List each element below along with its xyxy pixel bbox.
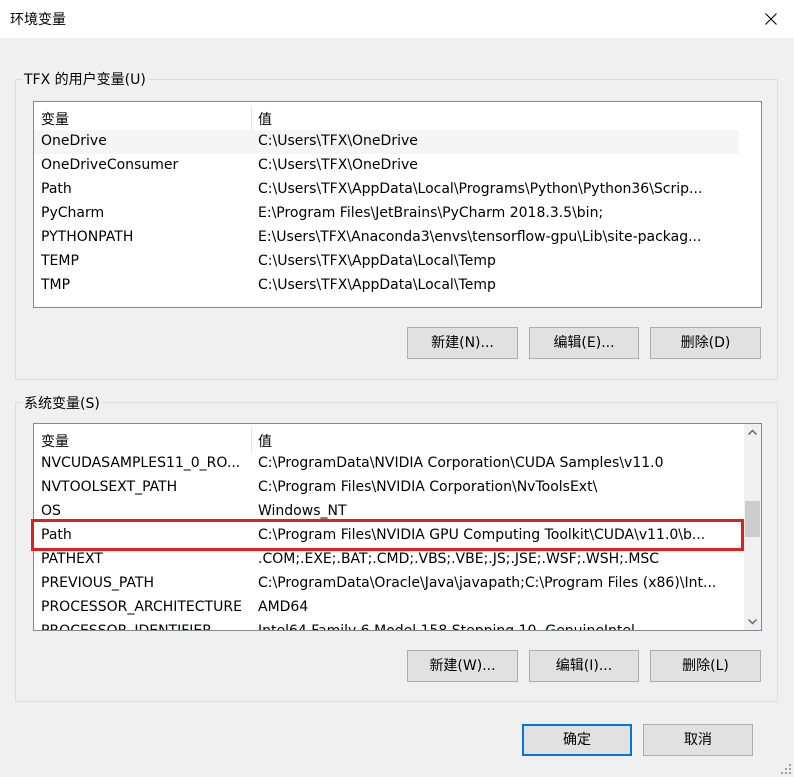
vertical-scrollbar[interactable] [744, 424, 761, 630]
user-variables-list[interactable]: 变量 值 OneDrive C:\Users\TFX\OneDrive OneD… [33, 101, 762, 308]
system-edit-button[interactable]: 编辑(I)... [529, 650, 639, 682]
variable-value: E:\Users\TFX\Anaconda3\envs\tensorflow-g… [258, 229, 702, 245]
ok-button[interactable]: 确定 [522, 724, 632, 756]
variable-name: NVCUDASAMPLES11_0_RO... [41, 455, 241, 471]
column-header-value[interactable]: 值 [258, 109, 272, 129]
variable-name: OneDriveConsumer [41, 157, 179, 173]
variable-name: OS [41, 503, 61, 519]
list-item[interactable]: TEMP C:\Users\TFX\AppData\Local\Temp [34, 250, 761, 274]
column-divider[interactable] [251, 428, 252, 452]
variable-value: C:\Program Files\NVIDIA Corporation\NvTo… [258, 479, 598, 495]
variable-name: PYTHONPATH [41, 229, 134, 245]
variable-name: PyCharm [41, 205, 105, 221]
system-delete-button[interactable]: 删除(L) [650, 650, 761, 682]
system-new-button[interactable]: 新建(W)... [407, 650, 518, 682]
column-header-value[interactable]: 值 [258, 431, 272, 451]
resize-grip-icon[interactable] [780, 763, 792, 775]
list-item[interactable]: PATHEXT .COM;.EXE;.BAT;.CMD;.VBS;.VBE;.J… [34, 548, 761, 572]
column-divider[interactable] [251, 106, 252, 130]
variable-name: PROCESSOR_ARCHITECTURE [41, 599, 242, 615]
title-bar: 环境变量 [0, 0, 794, 38]
list-header: 变量 值 [34, 106, 761, 130]
column-header-name[interactable]: 变量 [41, 431, 69, 451]
list-item[interactable]: PREVIOUS_PATH C:\ProgramData\Oracle\Java… [34, 572, 761, 596]
list-item[interactable]: NVTOOLSEXT_PATH C:\Program Files\NVIDIA … [34, 476, 761, 500]
list-item[interactable]: Path C:\Users\TFX\AppData\Local\Programs… [34, 178, 761, 202]
variable-value: C:\Users\TFX\AppData\Local\Programs\Pyth… [258, 181, 703, 197]
variable-name: NVTOOLSEXT_PATH [41, 479, 178, 495]
variable-value: Intel64 Family 6 Model 158 Stepping 10, … [258, 623, 635, 631]
column-header-name[interactable]: 变量 [41, 109, 69, 129]
list-item[interactable]: PROCESSOR_ARCHITECTURE AMD64 [34, 596, 761, 620]
variable-value: C:\Users\TFX\OneDrive [258, 157, 418, 173]
window-title: 环境变量 [10, 12, 66, 28]
list-item[interactable]: PYTHONPATH E:\Users\TFX\Anaconda3\envs\t… [34, 226, 761, 250]
user-edit-button[interactable]: 编辑(E)... [529, 327, 639, 359]
chevron-down-icon [748, 619, 757, 625]
variable-value: C:\Users\TFX\OneDrive [258, 133, 418, 149]
system-variables-label: 系统变量(S) [22, 393, 102, 413]
variable-name: PROCESSOR_IDENTIFIER [41, 623, 212, 631]
scroll-thumb[interactable] [745, 501, 760, 537]
list-item[interactable]: TMP C:\Users\TFX\AppData\Local\Temp [34, 274, 761, 298]
variable-name: OneDrive [41, 133, 107, 149]
variable-value: C:\Users\TFX\AppData\Local\Temp [258, 277, 496, 293]
variable-name: Path [41, 181, 72, 197]
variable-value: C:\Users\TFX\AppData\Local\Temp [258, 253, 496, 269]
variable-value: Windows_NT [258, 503, 347, 519]
chevron-up-icon [748, 429, 757, 435]
variable-name: TMP [41, 277, 71, 293]
variable-value: C:\ProgramData\Oracle\Java\javapath;C:\P… [258, 575, 717, 591]
variable-value: C:\ProgramData\NVIDIA Corporation\CUDA S… [258, 455, 664, 471]
scroll-up-button[interactable] [744, 424, 761, 441]
list-item[interactable]: PyCharm E:\Program Files\JetBrains\PyCha… [34, 202, 761, 226]
user-delete-button[interactable]: 删除(D) [650, 327, 761, 359]
list-item[interactable]: OneDriveConsumer C:\Users\TFX\OneDrive [34, 154, 761, 178]
close-icon [765, 13, 777, 25]
user-variables-label: TFX 的用户变量(U) [22, 69, 148, 89]
close-button[interactable] [748, 0, 794, 38]
variable-value: E:\Program Files\JetBrains\PyCharm 2018.… [258, 205, 604, 221]
variable-name: PREVIOUS_PATH [41, 575, 154, 591]
variable-name: PATHEXT [41, 551, 103, 567]
variable-name: TEMP [41, 253, 79, 269]
scroll-down-button[interactable] [744, 613, 761, 630]
cancel-button[interactable]: 取消 [643, 724, 753, 756]
variable-value: AMD64 [258, 599, 309, 615]
list-item[interactable]: NVCUDASAMPLES11_0_RO... C:\ProgramData\N… [34, 452, 761, 476]
list-item[interactable]: OneDrive C:\Users\TFX\OneDrive [34, 130, 739, 154]
list-header: 变量 值 [34, 428, 761, 452]
variable-value: .COM;.EXE;.BAT;.CMD;.VBS;.VBE;.JS;.JSE;.… [258, 551, 660, 567]
user-new-button[interactable]: 新建(N)... [407, 327, 518, 359]
highlight-box [31, 519, 744, 551]
list-item[interactable]: PROCESSOR_IDENTIFIER Intel64 Family 6 Mo… [34, 620, 761, 631]
